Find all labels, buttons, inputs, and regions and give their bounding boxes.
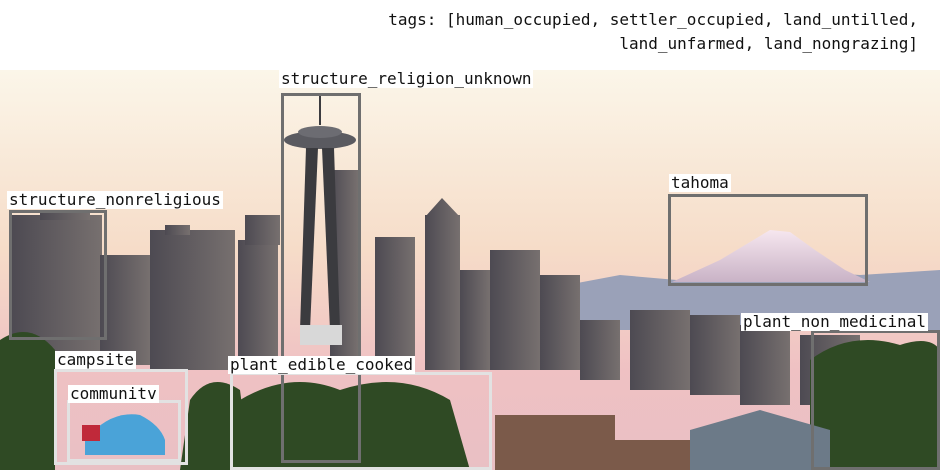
label-community: communitv: [68, 384, 159, 403]
label-structure-religion-unknown: structure_religion_unknown: [279, 69, 534, 88]
label-structure-nonreligious: structure_nonreligious: [7, 190, 223, 209]
photo-scene: [0, 70, 940, 470]
box-structure-nonreligious: [9, 210, 107, 340]
label-campsite: campsite: [55, 350, 137, 369]
tags-text: tags: [human_occupied, settler_occupied,…: [388, 10, 918, 53]
box-plant-edible-cooked: [230, 372, 492, 470]
label-tahoma: tahoma: [669, 173, 731, 192]
box-plant-non-medicinal: [811, 330, 940, 470]
box-community: [67, 400, 181, 462]
label-plant-edible-cooked: plant_edible_cooked: [228, 355, 416, 374]
box-tahoma: [668, 194, 868, 286]
label-plant-non-medicinal: plant_non_medicinal: [741, 312, 929, 331]
